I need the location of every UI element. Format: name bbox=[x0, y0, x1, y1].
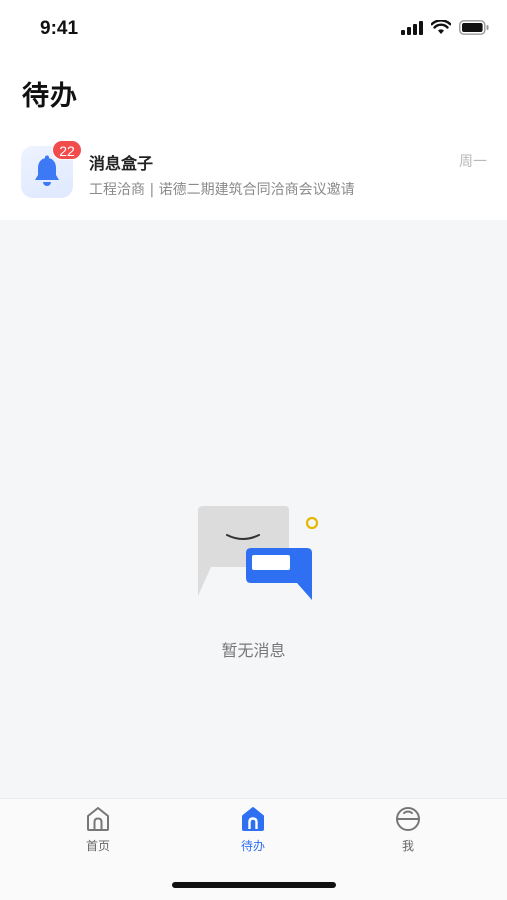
tab-profile[interactable]: 我 bbox=[368, 805, 448, 854]
message-title: 消息盒子 bbox=[89, 154, 154, 173]
empty-state-text: 暂无消息 bbox=[221, 641, 286, 660]
status-bar: 9:41 bbox=[0, 0, 507, 58]
home-indicator[interactable] bbox=[172, 882, 336, 888]
bell-icon bbox=[35, 155, 59, 186]
tab-home[interactable]: 首页 bbox=[58, 805, 138, 854]
tab-label: 待办 bbox=[240, 839, 265, 853]
signal-icon bbox=[401, 20, 423, 35]
todo-icon bbox=[242, 807, 264, 831]
message-day: 周一 bbox=[459, 154, 487, 170]
page-title: 待办 bbox=[22, 81, 78, 112]
status-time: 9:41 bbox=[40, 18, 79, 39]
message-box-row[interactable]: 22 消息盒子 工程洽商 | 诺德二期建筑合同洽商会议邀请 周一 bbox=[0, 128, 507, 220]
profile-icon bbox=[396, 807, 420, 831]
home-icon bbox=[87, 807, 109, 831]
tab-todo[interactable]: 待办 bbox=[213, 805, 293, 854]
wifi-icon bbox=[431, 20, 451, 34]
battery-icon bbox=[459, 20, 489, 35]
empty-state-area: 暂无消息 bbox=[0, 220, 507, 798]
status-icons bbox=[401, 20, 489, 35]
tab-label: 我 bbox=[401, 839, 414, 853]
message-subtitle: 工程洽商 | 诺德二期建筑合同洽商会议邀请 bbox=[89, 182, 355, 198]
tab-label: 首页 bbox=[85, 839, 110, 853]
chat-bubbles-icon bbox=[198, 506, 319, 600]
unread-badge: 22 bbox=[52, 140, 82, 160]
